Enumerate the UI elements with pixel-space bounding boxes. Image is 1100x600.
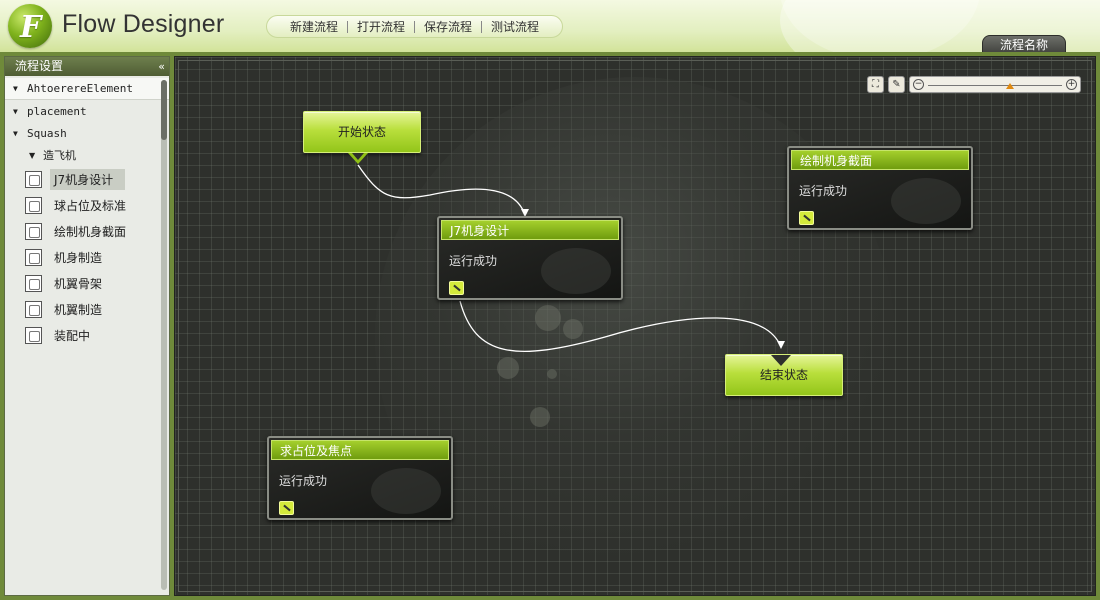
canvas-decoration (535, 305, 561, 331)
expand-arrow-icon[interactable]: ▼ (13, 107, 23, 116)
link-icon[interactable] (449, 281, 464, 295)
tree-leaf-label: 绘制机身截面 (54, 224, 127, 239)
tree-leaf-item[interactable]: J7机身设计 (5, 166, 169, 192)
tree-node-label: Squash (27, 126, 67, 140)
fit-view-icon[interactable]: ⛶ (867, 75, 884, 93)
new-flow-button[interactable]: 新建流程 (281, 18, 347, 35)
canvas-decoration (530, 407, 550, 427)
tree-node-label: AhtoerereElement (27, 82, 133, 95)
task-node-decoration (371, 468, 441, 514)
clear-brush-icon[interactable]: ✎ (888, 75, 905, 93)
open-flow-button[interactable]: 打开流程 (348, 18, 414, 35)
start-state-label: 开始状态 (337, 125, 386, 139)
task-node[interactable]: 求占位及焦点 运行成功 (267, 436, 453, 520)
start-output-port-icon[interactable] (348, 153, 368, 164)
tree-node-label: 造飞机 (43, 149, 76, 162)
save-flow-button[interactable]: 保存流程 (415, 18, 481, 35)
start-state-node[interactable]: 开始状态 (303, 111, 421, 153)
flow-name-tab[interactable]: 流程名称 (982, 35, 1066, 52)
zoom-thumb[interactable] (1005, 82, 1014, 89)
zoom-in-icon[interactable]: + (1066, 78, 1077, 90)
tree-leaf-label: 机翼制造 (54, 302, 103, 317)
expand-arrow-icon[interactable]: ▼ (13, 129, 23, 138)
task-node[interactable]: J7机身设计 运行成功 (437, 216, 623, 300)
task-icon (25, 222, 42, 240)
tree-node[interactable]: ▼ placement (5, 100, 169, 122)
link-icon[interactable] (799, 211, 814, 225)
tree-leaf-item[interactable]: 机身制造 (5, 244, 169, 270)
panel-title: 流程设置 (15, 59, 64, 73)
tree-leaf-label: 机身制造 (54, 250, 103, 265)
tree-leaf-label: 机翼骨架 (54, 276, 103, 291)
tree-leaf-item[interactable]: 装配中 (5, 322, 169, 348)
app-header: F Flow Designer 新建流程 打开流程 保存流程 测试流程 流程名称 (0, 0, 1100, 52)
zoom-slider[interactable]: − + (909, 75, 1081, 93)
canvas-decoration (547, 369, 557, 379)
task-icon (25, 248, 42, 266)
task-title: J7机身设计 (441, 220, 619, 240)
canvas-decoration (563, 319, 583, 339)
tree-leaf-item[interactable]: 机翼骨架 (5, 270, 169, 296)
flow-settings-panel: 流程设置 « ▼ AhtoerereElement ▼ placement ▼ … (4, 56, 170, 596)
tree-node[interactable]: ▼ AhtoerereElement (5, 78, 169, 100)
expand-arrow-icon[interactable]: ▼ (13, 84, 23, 93)
task-title: 求占位及焦点 (271, 440, 449, 460)
task-icon (25, 274, 42, 292)
canvas-decoration (497, 357, 519, 379)
tree-node[interactable]: ▼ 造飞机 (5, 144, 169, 166)
tree-leaf-label: 装配中 (54, 328, 91, 343)
panel-scrollbar-track[interactable] (161, 80, 167, 590)
flow-tree: ▼ AhtoerereElement ▼ placement ▼ Squash … (5, 76, 169, 348)
panel-scrollbar-thumb[interactable] (161, 80, 167, 140)
task-node-decoration (891, 178, 961, 224)
flow-canvas[interactable]: ⛶ ✎ − + 开始状态 J7机身设计 运行成功 绘制机身截面 运行成功 求占位… (174, 56, 1096, 596)
tree-leaf-item[interactable]: 机翼制造 (5, 296, 169, 322)
link-icon[interactable] (279, 501, 294, 515)
tree-leaf-label: J7机身设计 (50, 168, 126, 190)
end-input-port-icon[interactable] (771, 355, 791, 366)
zoom-controls: ⛶ ✎ − + (863, 75, 1081, 93)
end-state-label: 结束状态 (759, 368, 808, 382)
tree-node[interactable]: ▼ Squash (5, 122, 169, 144)
task-icon (25, 300, 42, 318)
tree-leaf-item[interactable]: 球占位及标准 (5, 192, 169, 218)
app-title: Flow Designer (62, 10, 225, 38)
zoom-track (928, 84, 1062, 86)
task-node[interactable]: 绘制机身截面 运行成功 (787, 146, 973, 230)
task-icon (25, 196, 42, 214)
panel-header: 流程设置 « (5, 57, 169, 76)
test-flow-button[interactable]: 测试流程 (482, 18, 548, 35)
app-logo-icon: F (8, 4, 52, 48)
task-title: 绘制机身截面 (791, 150, 969, 170)
task-icon (25, 170, 42, 188)
task-node-decoration (541, 248, 611, 294)
collapse-panel-icon[interactable]: « (158, 57, 165, 76)
main-toolbar: 新建流程 打开流程 保存流程 测试流程 (266, 15, 564, 38)
zoom-out-icon[interactable]: − (913, 78, 924, 90)
tree-node-label: placement (27, 104, 87, 118)
expand-arrow-icon[interactable]: ▼ (29, 151, 39, 160)
tree-leaf-label: 球占位及标准 (54, 198, 127, 213)
task-icon (25, 326, 42, 344)
tree-leaf-item[interactable]: 绘制机身截面 (5, 218, 169, 244)
